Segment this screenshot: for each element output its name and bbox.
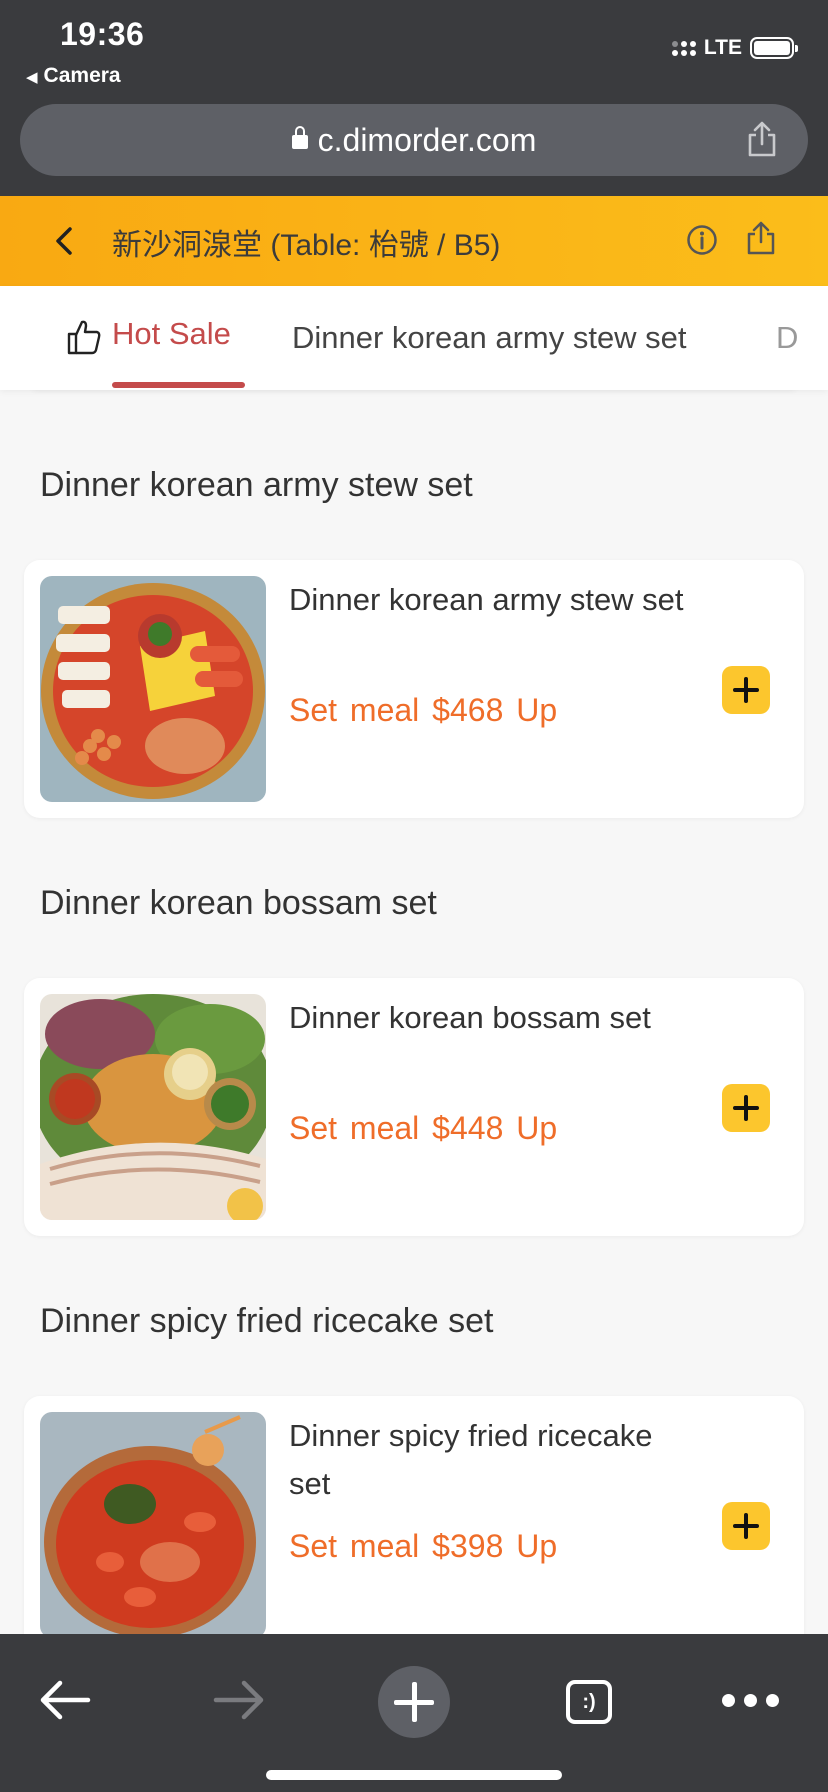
item-price: Set meal $448 Up (289, 1110, 557, 1147)
price-prefix: Set meal (289, 692, 420, 728)
item-photo[interactable] (40, 994, 266, 1220)
price-prefix: Set meal (289, 1528, 420, 1564)
cellular-signal-icon (671, 40, 696, 56)
price-value: $398 (432, 1528, 504, 1564)
price-value: $448 (432, 1110, 504, 1146)
tab-hot-sale[interactable]: Hot Sale (112, 316, 231, 352)
share-icon[interactable] (746, 120, 778, 158)
status-indicators: LTE (671, 36, 798, 60)
info-icon[interactable] (686, 224, 718, 256)
menu-item-card[interactable]: Dinner spicy fried ricecake set Set meal… (24, 1396, 804, 1634)
back-triangle-icon: ◀ (26, 69, 38, 86)
lock-icon (291, 126, 308, 149)
category-tabs: Hot Sale Dinner korean army stew set D (0, 286, 828, 390)
section-heading: Dinner korean bossam set (40, 884, 437, 922)
url-text: c.dimorder.com (317, 122, 537, 158)
tab-dinner-korean-army-stew-set[interactable]: Dinner korean army stew set (292, 320, 687, 356)
more-options-icon[interactable] (722, 1694, 779, 1707)
url-display[interactable]: c.dimorder.com (20, 122, 808, 159)
add-to-cart-button[interactable] (722, 1502, 770, 1550)
section-heading: Dinner korean army stew set (40, 466, 473, 504)
back-chevron-icon[interactable] (50, 224, 80, 258)
menu-item-card[interactable]: Dinner korean bossam set Set meal $448 U… (24, 978, 804, 1236)
menu-item-card[interactable]: Dinner korean army stew set Set meal $46… (24, 560, 804, 818)
active-tab-indicator (112, 382, 245, 388)
item-photo[interactable] (40, 1412, 266, 1634)
back-to-app-link[interactable]: ◀ Camera (26, 64, 121, 88)
tabs-overview-icon[interactable]: :) (566, 1680, 612, 1724)
item-price: Set meal $398 Up (289, 1528, 557, 1565)
browser-top-chrome: 19:36 ◀ Camera LTE c.dimorder.com (0, 0, 828, 196)
thumbs-up-icon (67, 320, 101, 355)
back-arrow-icon[interactable] (38, 1678, 92, 1722)
price-suffix: Up (516, 1110, 558, 1146)
add-to-cart-button[interactable] (722, 1084, 770, 1132)
browser-bottom-toolbar: :) (0, 1634, 828, 1792)
forward-arrow-icon[interactable] (212, 1678, 266, 1722)
restaurant-header: 新沙洞湶堂 (Table: 枱號 / B5) (0, 196, 828, 286)
add-to-cart-button[interactable] (722, 666, 770, 714)
share-icon[interactable] (746, 220, 776, 256)
battery-icon (750, 37, 798, 59)
address-bar[interactable]: c.dimorder.com (20, 104, 808, 176)
new-tab-plus-icon[interactable] (378, 1666, 450, 1738)
item-price: Set meal $468 Up (289, 692, 557, 729)
tab-next-category[interactable]: D (776, 320, 798, 356)
restaurant-title: 新沙洞湶堂 (Table: 枱號 / B5) (112, 229, 501, 262)
network-type: LTE (703, 36, 742, 59)
item-name[interactable]: Dinner korean bossam set (289, 994, 689, 1042)
item-photo[interactable] (40, 576, 266, 802)
price-value: $468 (432, 692, 504, 728)
price-suffix: Up (516, 692, 558, 728)
section-heading: Dinner spicy fried ricecake set (40, 1302, 494, 1340)
menu-content: Dinner korean army stew set Dinner korea… (0, 390, 828, 1634)
price-prefix: Set meal (289, 1110, 420, 1146)
item-name[interactable]: Dinner korean army stew set (289, 576, 689, 624)
back-app-label: Camera (43, 64, 121, 87)
price-suffix: Up (516, 1528, 558, 1564)
status-time: 19:36 (60, 16, 145, 52)
home-indicator[interactable] (266, 1770, 562, 1780)
item-name[interactable]: Dinner spicy fried ricecake set (289, 1412, 689, 1508)
